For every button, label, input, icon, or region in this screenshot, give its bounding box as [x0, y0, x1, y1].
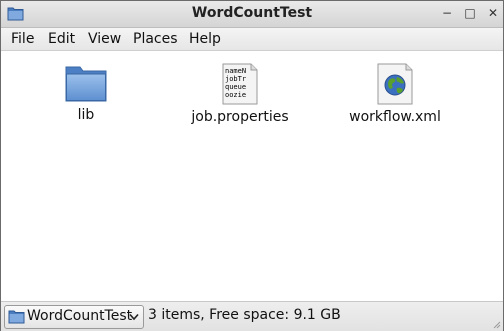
folder-icon	[8, 310, 25, 324]
maximize-button[interactable]: □	[462, 5, 478, 21]
resize-grip-icon[interactable]	[491, 319, 501, 329]
menu-file[interactable]: File	[11, 31, 34, 47]
menu-places[interactable]: Places	[133, 31, 178, 47]
file-label: workflow.xml	[349, 109, 441, 125]
menu-bar: File Edit View Places Help	[1, 28, 503, 51]
status-bar: WordCountTest 3 items, Free space: 9.1 G…	[1, 301, 503, 331]
file-label: lib	[77, 107, 95, 123]
preview-line: queue	[225, 83, 246, 91]
file-item-lib[interactable]: lib	[31, 63, 141, 123]
folder-icon	[65, 66, 107, 102]
file-item-job-properties[interactable]: nameN jobTr queue oozie job.properties	[185, 63, 295, 125]
preview-line: oozie	[225, 91, 246, 99]
menu-help[interactable]: Help	[189, 31, 221, 47]
window-title: WordCountTest	[191, 5, 313, 21]
menu-edit[interactable]: Edit	[48, 31, 75, 47]
preview-line: nameN	[225, 67, 246, 75]
title-bar[interactable]: WordCountTest − □ ✕	[1, 1, 503, 28]
file-view[interactable]: lib nameN jobTr queue oozie job.properti…	[1, 51, 503, 300]
menu-view[interactable]: View	[88, 31, 121, 47]
minimize-button[interactable]: −	[439, 5, 455, 21]
close-button[interactable]: ✕	[485, 5, 501, 21]
chevron-down-icon	[129, 313, 139, 321]
status-text: 3 items, Free space: 9.1 GB	[148, 307, 341, 323]
location-label: WordCountTest	[27, 308, 133, 324]
xml-globe-document-icon	[377, 63, 413, 105]
preview-line: jobTr	[225, 75, 246, 83]
file-label: job.properties	[191, 109, 289, 125]
text-document-icon: nameN jobTr queue oozie	[222, 63, 258, 105]
location-dropdown[interactable]: WordCountTest	[4, 305, 144, 329]
file-item-workflow-xml[interactable]: workflow.xml	[340, 63, 450, 125]
file-manager-window: WordCountTest − □ ✕ File Edit View Place…	[0, 0, 504, 331]
